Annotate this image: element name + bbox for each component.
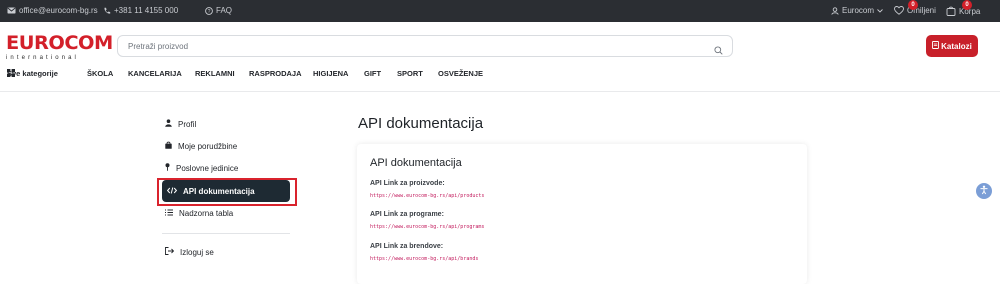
search-input[interactable]: Pretraži proizvod bbox=[117, 35, 733, 57]
api-link-brands[interactable]: https://www.eurocom-bg.rs/api/brands bbox=[370, 256, 478, 262]
question-circle-icon: ? bbox=[205, 6, 213, 15]
faq-text: FAQ bbox=[216, 6, 233, 15]
api-link-products[interactable]: https://www.eurocom-bg.rs/api/products bbox=[370, 193, 484, 199]
account-name: Eurocom bbox=[842, 6, 875, 15]
api-link-label-programs: API Link za programe: bbox=[370, 211, 444, 218]
email-link[interactable]: office@eurocom-bg.rs bbox=[7, 6, 98, 15]
phone-link[interactable]: +381 11 4155 000 bbox=[103, 6, 178, 15]
heart-icon: 0 bbox=[894, 0, 918, 15]
cart-icon: 0 bbox=[946, 0, 972, 16]
nav-item-higijena[interactable]: HIGIJENA bbox=[313, 69, 348, 78]
cart-count-badge: 0 bbox=[962, 0, 972, 10]
all-categories-label: Sve kategorije bbox=[7, 69, 58, 78]
logo-wordmark: EUROCOM bbox=[6, 32, 113, 54]
faq-link[interactable]: ? FAQ bbox=[205, 6, 232, 15]
phone-icon bbox=[103, 7, 111, 15]
chevron-down-icon bbox=[877, 8, 883, 13]
nav-item-rasprodaja[interactable]: RASPRODAJA bbox=[249, 69, 302, 78]
sidebar-item-label: Poslovne jedinice bbox=[176, 163, 239, 173]
accessibility-button[interactable] bbox=[976, 183, 992, 199]
page-title: API dokumentacija bbox=[358, 115, 484, 132]
sidebar-item-label: Moje porudžbine bbox=[178, 141, 238, 151]
top-bar: office@eurocom-bg.rs +381 11 4155 000 ? … bbox=[0, 0, 1000, 22]
api-link-programs[interactable]: https://www.eurocom-bg.rs/api/programs bbox=[370, 224, 484, 230]
nav-item-reklamni[interactable]: REKLAMNI bbox=[195, 69, 235, 78]
sidebar-item-business-units[interactable]: Poslovne jedinice bbox=[160, 157, 292, 179]
sidebar-item-profil[interactable]: Profil bbox=[160, 113, 292, 135]
logout-label: Izloguj se bbox=[180, 247, 214, 257]
katalozi-button[interactable]: Katalozi bbox=[926, 35, 978, 57]
header: EUROCOM international Pretraži proizvod … bbox=[0, 22, 1000, 92]
phone-text: +381 11 4155 000 bbox=[114, 6, 179, 15]
email-text: office@eurocom-bg.rs bbox=[19, 6, 98, 15]
nav-item-skola[interactable]: ŠKOLA bbox=[87, 69, 113, 78]
map-pin-icon bbox=[165, 163, 170, 173]
cart-link[interactable]: 0 Korpa bbox=[946, 0, 980, 16]
api-link-label-products: API Link za proizvode: bbox=[370, 180, 445, 187]
document-icon bbox=[932, 41, 940, 51]
list-icon bbox=[165, 209, 173, 218]
nav-item-osvezenje[interactable]: OSVEŽENJE bbox=[438, 69, 483, 78]
search-icon[interactable] bbox=[714, 42, 723, 60]
nav-item-sport[interactable]: SPORT bbox=[397, 69, 423, 78]
sidebar-item-dashboard[interactable]: Nadzorna tabla bbox=[160, 202, 292, 224]
logout-icon bbox=[165, 247, 175, 257]
sidebar-item-orders[interactable]: Moje porudžbine bbox=[160, 135, 292, 157]
card-title: API dokumentacija bbox=[370, 157, 462, 169]
sidebar-divider bbox=[162, 233, 290, 234]
accessibility-icon bbox=[979, 182, 989, 200]
logo-subtitle: international bbox=[6, 55, 79, 61]
logo[interactable]: EUROCOM international bbox=[6, 32, 113, 64]
favorites-count-badge: 0 bbox=[908, 0, 918, 10]
search-placeholder: Pretraži proizvod bbox=[128, 42, 189, 51]
category-nav: Sve kategorije ŠKOLA KANCELARIJA REKLAMN… bbox=[0, 69, 1000, 83]
svg-text:?: ? bbox=[208, 9, 211, 15]
katalozi-label: Katalozi bbox=[941, 41, 972, 51]
favorites-link[interactable]: 0 Omiljeni bbox=[894, 0, 936, 15]
account-menu[interactable]: Eurocom bbox=[831, 6, 883, 15]
user-icon bbox=[831, 6, 839, 15]
api-link-label-brands: API Link za brendove: bbox=[370, 243, 444, 250]
sidebar-item-label: Nadzorna tabla bbox=[179, 208, 234, 218]
envelope-icon bbox=[7, 7, 16, 14]
sidebar-item-label: Profil bbox=[178, 119, 197, 129]
nav-item-gift[interactable]: GIFT bbox=[364, 69, 381, 78]
logout-button[interactable]: Izloguj se bbox=[160, 241, 292, 263]
user-icon bbox=[165, 119, 172, 129]
shopping-bag-icon bbox=[165, 141, 172, 151]
nav-item-kancelarija[interactable]: KANCELARIJA bbox=[128, 69, 182, 78]
